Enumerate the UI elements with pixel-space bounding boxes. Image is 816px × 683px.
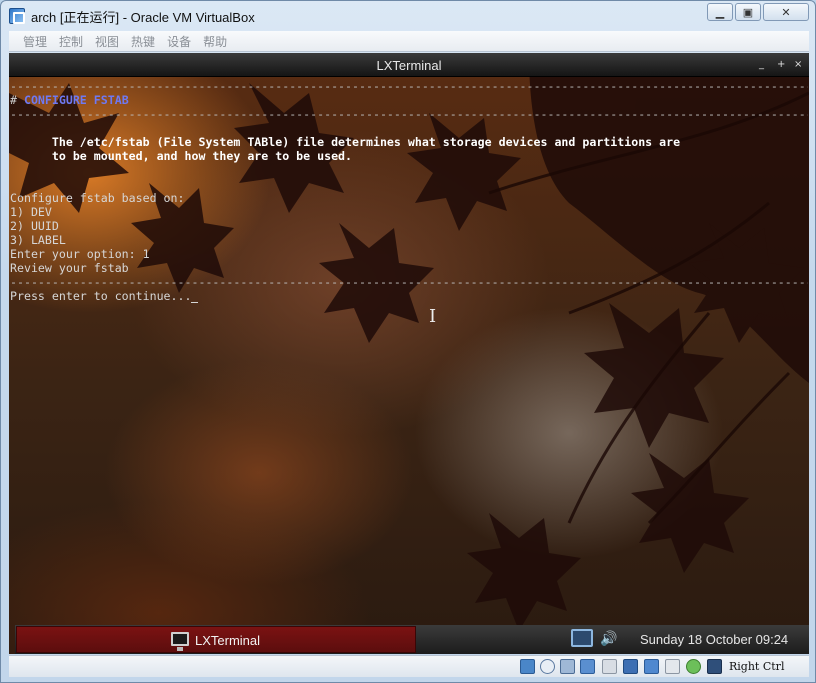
- virtualization-icon[interactable]: [686, 659, 701, 674]
- terminal-output[interactable]: ----------------------------------------…: [10, 79, 808, 303]
- menu-view[interactable]: 视图: [89, 33, 125, 50]
- close-button[interactable]: ✕: [763, 3, 809, 21]
- separator-line: ----------------------------------------…: [10, 275, 808, 289]
- network-adapter-icon[interactable]: [644, 659, 659, 674]
- virtualbox-app-icon: [9, 8, 25, 24]
- terminal-maximize-button[interactable]: +: [777, 59, 785, 70]
- optical-drive-icon[interactable]: [540, 659, 555, 674]
- taskbar-label: LXTerminal: [195, 633, 261, 648]
- terminal-line: 2) UUID: [10, 219, 59, 233]
- menubar: 管理 控制 视图 热键 设备 帮助: [9, 31, 809, 52]
- host-key-label[interactable]: Right Ctrl: [729, 660, 784, 673]
- terminal-line: Review your fstab: [10, 261, 129, 275]
- terminal-line: Configure fstab based on:: [10, 191, 185, 205]
- virtualbox-window: arch [正在运行] - Oracle VM VirtualBox ▁ ▣ ✕…: [0, 0, 816, 683]
- heading-hash: #: [10, 93, 24, 107]
- guest-display[interactable]: LXTerminal _ + × -----------------------…: [9, 53, 809, 654]
- terminal-line: Enter your option: 1: [10, 247, 150, 261]
- separator-line: ----------------------------------------…: [10, 79, 808, 93]
- display-icon[interactable]: [623, 659, 638, 674]
- menu-hotkeys[interactable]: 热键: [125, 33, 161, 50]
- window-titlebar[interactable]: arch [正在运行] - Oracle VM VirtualBox ▁ ▣ ✕: [1, 1, 815, 31]
- terminal-line: 1) DEV: [10, 205, 52, 219]
- lxde-panel: LXTerminal 🔊 Sunday 18 October 09:24: [15, 625, 809, 654]
- audio-icon[interactable]: [560, 659, 575, 674]
- vbox-statusbar: Right Ctrl: [9, 655, 809, 677]
- menu-help[interactable]: 帮助: [197, 33, 233, 50]
- prompt-text: Press enter to continue...: [10, 289, 192, 303]
- panel-clock[interactable]: Sunday 18 October 09:24: [640, 632, 788, 647]
- mouse-integration-icon[interactable]: [707, 659, 722, 674]
- text-cursor: [191, 302, 199, 303]
- terminal-line: 3) LABEL: [10, 233, 66, 247]
- maximize-button[interactable]: ▣: [735, 3, 761, 21]
- hard-disk-icon[interactable]: [520, 659, 535, 674]
- volume-icon[interactable]: 🔊: [600, 631, 617, 647]
- menu-devices[interactable]: 设备: [161, 33, 197, 50]
- shared-folder-icon[interactable]: [602, 659, 617, 674]
- lxterminal-titlebar[interactable]: LXTerminal _ + ×: [9, 53, 809, 77]
- separator-line: ----------------------------------------…: [10, 107, 808, 121]
- menu-control[interactable]: 控制: [53, 33, 89, 50]
- minimize-button[interactable]: ▁: [707, 3, 733, 21]
- terminal-minimize-button[interactable]: _: [759, 59, 764, 70]
- prompt-line: Press enter to continue...: [10, 289, 808, 303]
- window-title: arch [正在运行] - Oracle VM VirtualBox: [31, 10, 255, 25]
- lxterminal-title: LXTerminal: [376, 58, 442, 73]
- heading-line: # CONFIGURE FSTAB: [10, 93, 808, 107]
- usb-icon[interactable]: [580, 659, 595, 674]
- taskbar-button-lxterminal[interactable]: LXTerminal: [16, 626, 416, 653]
- description-line: The /etc/fstab (File System TABle) file …: [10, 135, 681, 149]
- terminal-close-button[interactable]: ×: [794, 59, 802, 70]
- video-capture-icon[interactable]: [665, 659, 680, 674]
- menu-manage[interactable]: 管理: [17, 33, 53, 50]
- description-line: to be mounted, and how they are to be us…: [10, 149, 353, 163]
- network-icon[interactable]: [571, 629, 593, 647]
- terminal-icon: [171, 632, 189, 651]
- ibeam-cursor-icon: I: [429, 306, 437, 327]
- heading-text: CONFIGURE FSTAB: [23, 93, 129, 107]
